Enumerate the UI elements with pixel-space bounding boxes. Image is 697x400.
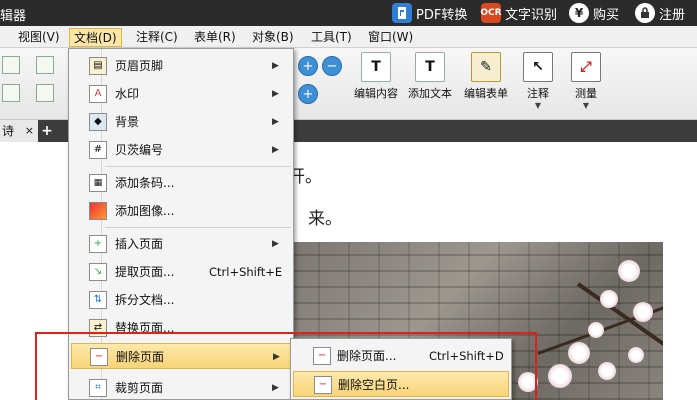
add-image-icon [89,202,107,220]
annotation-highlight-frame [35,332,537,400]
document-tab[interactable]: 诗 × [0,120,38,142]
menu-window[interactable]: 窗口(W) [364,28,417,47]
comment-icon: ↖ [523,52,553,82]
menu-item-watermark[interactable]: A 水印 ▶ [71,81,291,107]
comment-label: 注释 [527,87,549,100]
add-text-button[interactable]: T 添加文本 [404,52,456,116]
comment-button[interactable]: ↖ 注释 ▼ [518,52,558,116]
ocr-icon: OCR [480,3,502,23]
menu-item-label: 提取页面... [115,265,175,279]
menu-item-header-footer[interactable]: ▤ 页眉页脚 ▶ [71,53,291,79]
menu-item-shortcut: Ctrl+Shift+E [209,265,283,279]
header-footer-icon: ▤ [89,57,107,75]
add-text-label: 添加文本 [408,87,452,100]
document-text-line: 来。 [308,209,342,229]
menu-item-label: 背景 [115,115,140,129]
pdf-convert-button[interactable]: PDF转换 [392,2,467,24]
menu-comment[interactable]: 注释(C) [132,28,182,47]
insert-page-icon: + [89,235,107,253]
menu-object[interactable]: 对象(B) [248,28,298,47]
measure-dropdown-icon[interactable]: ▼ [583,101,589,110]
barcode-icon: ▦ [89,174,107,192]
yen-icon: ¥ [569,3,589,23]
new-tab-icon[interactable]: + [38,122,56,140]
menu-item-label: 插入页面 [115,237,164,251]
buy-label: 购买 [593,7,620,23]
forward-icon[interactable] [36,84,54,102]
menu-bar: 视图(V) 文档(D) 注释(C) 表单(R) 对象(B) 工具(T) 窗口(W… [0,26,697,48]
document-tab-label: 诗 [2,124,15,138]
menu-item-background[interactable]: ◆ 背景 ▶ [71,109,291,135]
edit-content-icon: T [361,52,391,82]
watermark-icon: A [89,85,107,103]
measure-button[interactable]: ⤢ 测量 ▼ [566,52,606,116]
split-document-icon: ⇅ [89,291,107,309]
menu-item-label: 贝茨编号 [115,143,164,157]
menu-item-insert-page[interactable]: + 插入页面 ▶ [71,231,291,257]
extract-page-icon: ↘ [89,263,107,281]
menu-view[interactable]: 视图(V) [14,28,64,47]
buy-button[interactable]: ¥ 购买 [569,2,619,24]
ocr-label: 文字识别 [505,7,558,23]
menu-item-split-document[interactable]: ⇅ 拆分文档... [71,287,291,313]
submenu-arrow-icon: ▶ [272,117,279,127]
menu-item-add-image[interactable]: 添加图像... [71,198,291,224]
register-button[interactable]: 注册 [635,2,685,24]
toolbar-left-icon[interactable] [2,56,20,74]
menu-item-extract-page[interactable]: ↘ 提取页面... Ctrl+Shift+E [71,259,291,285]
menu-item-label: 拆分文档... [115,293,175,307]
menu-separator [105,227,291,228]
menu-document[interactable]: 文档(D) [69,28,122,47]
app-title: 辑器 [0,9,27,24]
pdf-convert-label: PDF转换 [416,7,468,23]
menu-item-label: 页眉页脚 [115,59,164,73]
edit-content-label: 编辑内容 [354,87,398,100]
lock-icon [635,3,655,23]
close-tab-icon[interactable]: × [25,120,34,142]
add-text-icon: T [415,52,445,82]
back-icon[interactable] [36,56,54,74]
menu-item-bates-numbering[interactable]: # 贝茨编号 ▶ [71,137,291,163]
register-label: 注册 [659,7,686,23]
toolbar-left-icon-2[interactable] [2,84,20,102]
background-icon: ◆ [89,113,107,131]
submenu-arrow-icon: ▶ [272,89,279,99]
measure-label: 测量 [575,87,597,100]
menu-item-add-barcode[interactable]: ▦ 添加条码... [71,170,291,196]
zoom-fit-icon[interactable]: + [298,84,318,104]
submenu-arrow-icon: ▶ [272,145,279,155]
zoom-in-icon[interactable]: + [298,56,318,76]
submenu-arrow-icon: ▶ [272,61,279,71]
measure-icon: ⤢ [571,52,601,82]
submenu-arrow-icon: ▶ [272,239,279,249]
bates-numbering-icon: # [89,141,107,159]
pdf-convert-icon [392,3,412,23]
ocr-button[interactable]: OCR 文字识别 [480,2,558,24]
comment-dropdown-icon[interactable]: ▼ [535,101,541,110]
menu-item-label: 添加图像... [115,204,175,218]
menu-tools[interactable]: 工具(T) [307,28,356,47]
title-bar: 辑器 PDF转换 OCR 文字识别 ¥ 购买 注册 [0,0,697,26]
edit-content-button[interactable]: T 编辑内容 [352,52,400,116]
edit-form-label: 编辑表单 [464,87,508,100]
menu-item-label: 水印 [115,87,140,101]
menu-item-label: 添加条码... [115,176,175,190]
edit-form-icon: ✎ [471,52,501,82]
edit-form-button[interactable]: ✎ 编辑表单 [460,52,512,116]
zoom-out-icon[interactable]: − [322,56,342,76]
menu-separator [105,166,291,167]
menu-form[interactable]: 表单(R) [190,28,240,47]
